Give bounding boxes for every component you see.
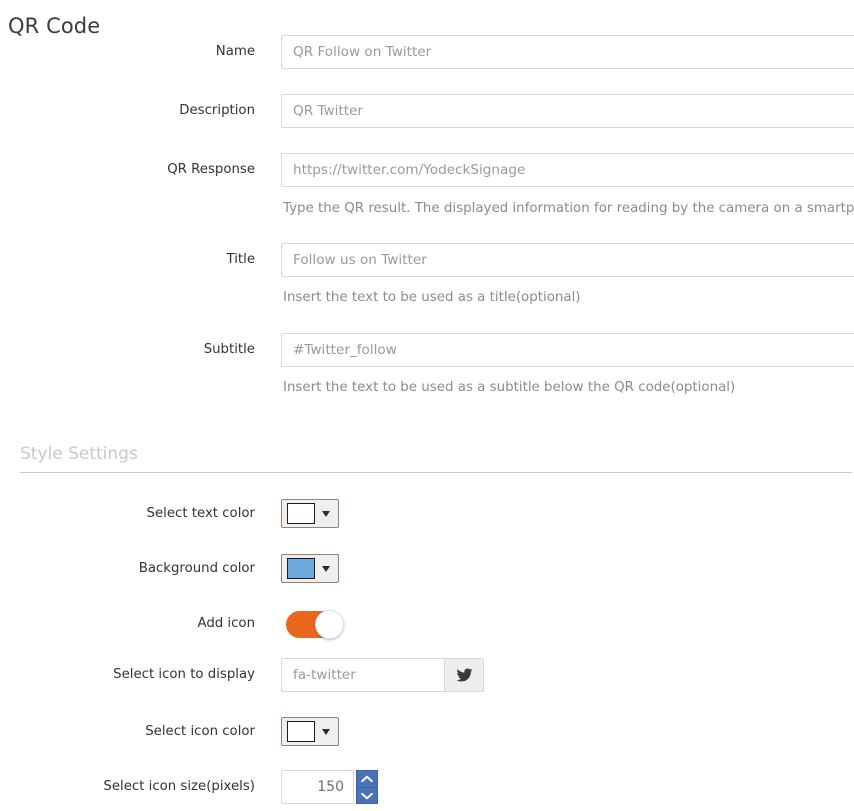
form-row-qr-response: QR Response: [0, 153, 854, 187]
label-select-icon-to-display: Select icon to display: [113, 667, 255, 682]
field-wrap-icon-size: [281, 770, 379, 804]
label-background-color: Background color: [138, 561, 255, 576]
field-wrap-subtitle: [281, 333, 854, 367]
caret-down-icon: [322, 565, 330, 572]
spinner-buttons: [356, 770, 378, 804]
label-subtitle: Subtitle: [203, 342, 255, 357]
field-wrap-icon-color: [281, 717, 339, 746]
icon-size-spinner: [281, 770, 379, 804]
help-text-qr-response: Type the QR result. The displayed inform…: [283, 201, 854, 216]
caret-down-icon: [322, 728, 330, 735]
add-icon-toggle[interactable]: [286, 610, 344, 639]
field-wrap-name: [281, 35, 854, 69]
field-wrap-description: [281, 94, 854, 128]
icon-size-increment-button[interactable]: [356, 770, 378, 787]
help-text-title: Insert the text to be used as a title(op…: [283, 290, 581, 305]
field-wrap-qr-response: [281, 153, 854, 187]
label-select-text-color: Select text color: [146, 506, 255, 521]
name-input[interactable]: [281, 35, 854, 69]
form-row-text-color: Select text color: [0, 497, 854, 531]
field-wrap-add-icon: [286, 610, 344, 639]
label-qr-response: QR Response: [167, 162, 255, 177]
help-text-subtitle: Insert the text to be used as a subtitle…: [283, 380, 736, 395]
subtitle-input[interactable]: [281, 333, 854, 367]
field-wrap-background-color: [281, 554, 339, 583]
form-row-icon-color: Select icon color: [0, 715, 854, 749]
form-row-add-icon: Add icon: [0, 607, 854, 641]
icon-to-display-input[interactable]: [281, 658, 444, 692]
form-row-background-color: Background color: [0, 552, 854, 586]
icon-color-swatch: [287, 721, 315, 742]
field-wrap-icon-to-display: [281, 658, 484, 692]
label-add-icon: Add icon: [197, 616, 255, 631]
label-description: Description: [179, 103, 255, 118]
field-wrap-text-color: [281, 499, 339, 528]
chevron-up-icon: [361, 775, 373, 783]
section-divider: [20, 472, 852, 473]
label-name: Name: [215, 44, 255, 59]
field-wrap-title: [281, 243, 854, 277]
label-select-icon-color: Select icon color: [145, 724, 255, 739]
form-row-name: Name: [0, 35, 854, 69]
form-row-icon-size: Select icon size(pixels): [0, 770, 854, 804]
form-row-description: Description: [0, 94, 854, 128]
description-input[interactable]: [281, 94, 854, 128]
style-settings-section-header: Style Settings: [20, 441, 852, 473]
text-color-picker[interactable]: [281, 499, 339, 528]
form-row-subtitle: Subtitle: [0, 333, 854, 367]
icon-size-input[interactable]: [281, 770, 354, 804]
icon-size-decrement-button[interactable]: [356, 787, 378, 804]
background-color-picker[interactable]: [281, 554, 339, 583]
label-select-icon-size: Select icon size(pixels): [103, 779, 255, 794]
title-input[interactable]: [281, 243, 854, 277]
style-settings-title: Style Settings: [20, 444, 138, 464]
label-title: Title: [226, 252, 256, 267]
icon-picker-button[interactable]: [444, 658, 484, 692]
icon-to-display-group: [281, 658, 484, 692]
twitter-bird-icon: [456, 668, 472, 682]
qr-response-input[interactable]: [281, 153, 854, 187]
toggle-knob: [315, 610, 344, 639]
icon-color-picker[interactable]: [281, 717, 339, 746]
background-color-swatch: [287, 558, 315, 579]
form-row-icon-to-display: Select icon to display: [0, 658, 854, 692]
chevron-down-icon: [361, 792, 373, 799]
text-color-swatch: [287, 503, 315, 524]
form-row-title: Title: [0, 243, 854, 277]
caret-down-icon: [322, 510, 330, 517]
qr-code-form-page: QR Code Name Description QR Response Typ…: [0, 0, 854, 811]
